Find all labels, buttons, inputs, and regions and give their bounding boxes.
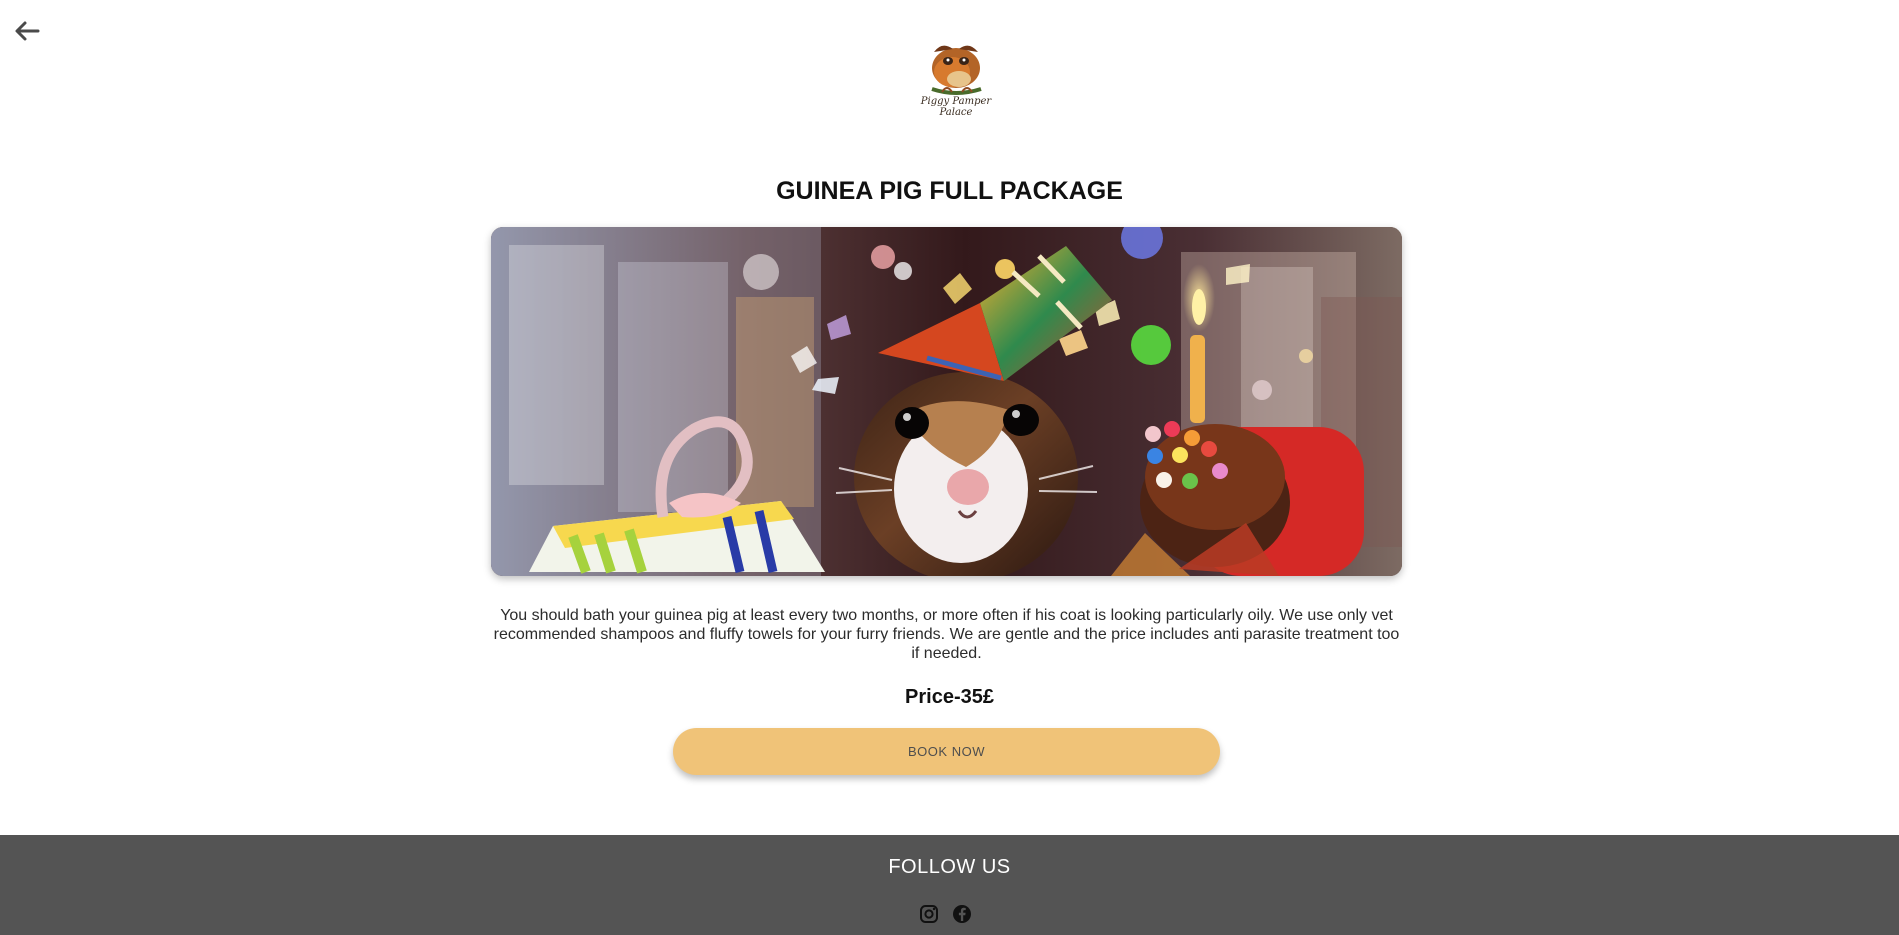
birthday-guinea-pig-image [491, 227, 1402, 576]
logo-text: Piggy Pamper Palace [914, 96, 998, 118]
facebook-icon[interactable] [952, 904, 972, 924]
logo-text-line-1: Piggy Pamper [920, 96, 992, 107]
site-footer [0, 835, 1899, 935]
service-price: Price-35£ [905, 686, 994, 708]
hero-image [491, 227, 1402, 576]
book-now-button[interactable]: BOOK NOW [673, 728, 1220, 775]
brand-logo[interactable]: Piggy Pamper Palace [914, 34, 998, 130]
service-page: Piggy Pamper Palace GUINEA PIG FULL PACK… [0, 0, 1899, 935]
page-title: GUINEA PIG FULL PACKAGE [776, 177, 1123, 205]
service-description: You should bath your guinea pig at least… [493, 607, 1400, 662]
logo-text-line-2: Palace [939, 107, 973, 118]
instagram-icon[interactable] [919, 904, 939, 924]
guinea-pig-logo-icon [931, 45, 982, 95]
back-button[interactable] [12, 16, 42, 46]
follow-us-title: FOLLOW US [888, 856, 1011, 878]
arrow-left-icon [15, 21, 40, 41]
